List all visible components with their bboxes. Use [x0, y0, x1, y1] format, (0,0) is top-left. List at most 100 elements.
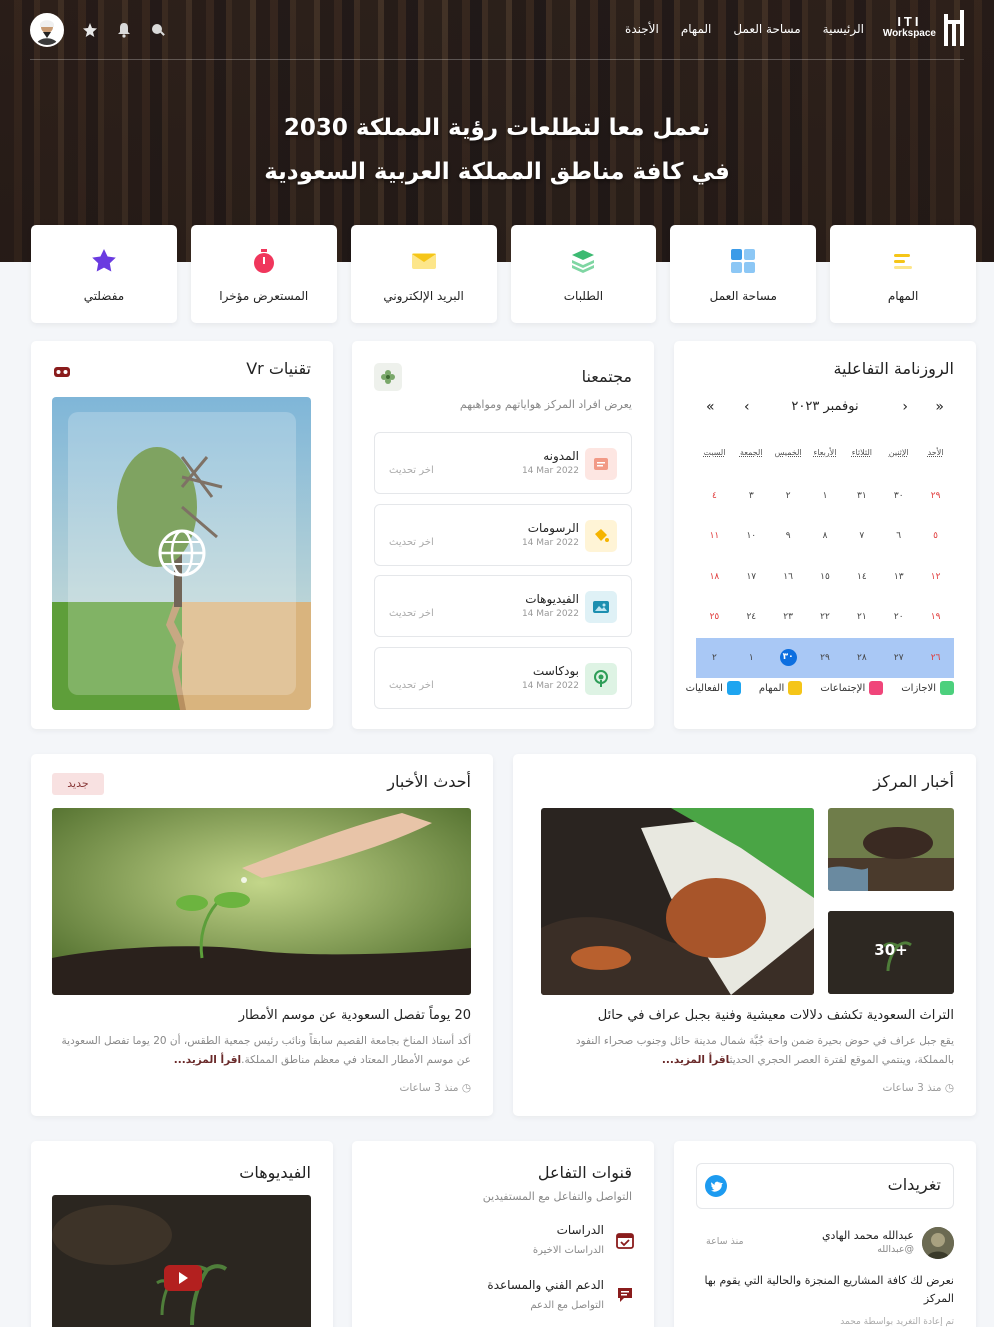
tweet-author-name[interactable]: عبدالله محمد الهادي — [822, 1229, 914, 1242]
quick-link-requests[interactable]: الطلبات — [510, 225, 657, 323]
play-icon[interactable] — [164, 1265, 202, 1291]
workspace-grid-icon — [670, 247, 816, 275]
calendar-day[interactable]: ٧ — [843, 531, 880, 541]
user-avatar[interactable] — [30, 13, 64, 47]
calendar-day[interactable]: ٣١ — [843, 491, 880, 501]
community-item-name: الفيديوهات — [525, 592, 579, 606]
paint-bucket-icon — [585, 520, 617, 552]
weekday: الأربعاء — [813, 448, 837, 458]
vr-image[interactable] — [52, 397, 311, 710]
channel-item-sub: الدراسات الاخيرة — [532, 1245, 604, 1256]
channel-item-name[interactable]: الدعم الفني والمساعدة — [487, 1278, 604, 1292]
calendar-day[interactable]: ٣٠ — [880, 491, 917, 501]
tweet-text: نعرض لك كافة المشاريع المنجزة والحالية ا… — [704, 1274, 955, 1305]
calendar-day[interactable]: ٢٠ — [880, 612, 917, 622]
tweet-time: منذ ساعة — [706, 1236, 744, 1247]
legend-label: الفعاليات — [685, 683, 723, 694]
community-item-videos[interactable]: الفيديوهات 14 Mar 2022 اخر تحديث — [374, 575, 632, 637]
calendar-day[interactable]: ٢٩ — [917, 491, 954, 501]
quick-link-tasks[interactable]: المهام — [830, 225, 976, 323]
nav-workspace[interactable]: مساحة العمل — [733, 22, 800, 36]
star-rocket-icon[interactable] — [82, 22, 98, 38]
vr-goggles-icon[interactable] — [53, 363, 71, 382]
calendar-day[interactable]: ١٥ — [807, 572, 844, 582]
calendar-day[interactable]: ١٧ — [733, 572, 770, 582]
tweets-header: تغريدات — [696, 1163, 954, 1209]
center-news-headline[interactable]: التراث السعودية تكشف دلالات معيشية وفنية… — [598, 1008, 954, 1023]
calendar-day[interactable]: ١ — [733, 653, 770, 663]
calendar-day[interactable]: ٢١ — [843, 612, 880, 622]
vr-card: تقنيات Vr — [31, 341, 333, 729]
seedling-image[interactable] — [52, 808, 471, 995]
calendar-day-today[interactable]: ٣٠ — [770, 649, 807, 667]
flower-icon — [374, 363, 402, 391]
calendar-card: الروزنامة التفاعلية « ‹ نوفمبر ٢٠٢٣ › » … — [674, 341, 976, 729]
bell-icon[interactable] — [116, 22, 132, 38]
calendar-day[interactable]: ٢ — [770, 491, 807, 501]
calendar-day[interactable]: ٣ — [733, 491, 770, 501]
calendar-day[interactable]: ١٨ — [696, 572, 733, 582]
tweet-author-avatar[interactable] — [922, 1227, 954, 1259]
next-year-button[interactable]: » — [706, 399, 715, 415]
read-more-link[interactable]: اقرأ المزيد... — [662, 1054, 730, 1066]
next-month-button[interactable]: › — [744, 399, 750, 415]
community-item-blog[interactable]: المدونه 14 Mar 2022 اخر تحديث — [374, 432, 632, 494]
calendar-week: ٢٩ ٣٠ ٣١ ١ ٢ ٣ ٤ — [696, 476, 954, 517]
nav-agenda[interactable]: الأجندة — [625, 22, 659, 36]
video-thumbnail[interactable] — [52, 1195, 311, 1327]
community-item-drawings[interactable]: الرسومات 14 Mar 2022 اخر تحديث — [374, 504, 632, 566]
calendar-day[interactable]: ٢٤ — [733, 612, 770, 622]
search-icon[interactable] — [150, 22, 166, 38]
community-item-podcast[interactable]: بودكاست 14 Mar 2022 اخر تحديث — [374, 647, 632, 709]
more-images-tile[interactable]: +30 — [828, 911, 954, 994]
calendar-day[interactable]: ٢٦ — [917, 653, 954, 663]
calendar-day[interactable]: ٢٥ — [696, 612, 733, 622]
calendar-day[interactable]: ٦ — [880, 531, 917, 541]
calendar-day[interactable]: ٢٩ — [807, 653, 844, 663]
calendar-day[interactable]: ٥ — [917, 531, 954, 541]
quick-link-email[interactable]: البريد الإلكتروني — [350, 225, 497, 323]
calendar-day[interactable]: ١ — [807, 491, 844, 501]
layers-icon — [511, 247, 657, 275]
read-more-link[interactable]: اقرأ المزيد... — [174, 1054, 241, 1066]
community-item-name: بودكاست — [532, 664, 579, 678]
legend-item: الاجازات — [901, 681, 954, 695]
calendar-day[interactable]: ٩ — [770, 531, 807, 541]
logo[interactable]: ITI Workspace — [883, 10, 964, 46]
calendar-day[interactable]: ١١ — [696, 531, 733, 541]
calendar-day[interactable]: ٢٨ — [843, 653, 880, 663]
quick-link-recent[interactable]: المستعرض مؤخرا — [190, 225, 337, 323]
channels-subtitle: التواصل والتفاعل مع المستفيدين — [482, 1190, 632, 1203]
community-subtitle: يعرض افراد المركز هواياتهم ومواهبهم — [459, 398, 632, 411]
calendar-day[interactable]: ١٤ — [843, 572, 880, 582]
logo-subtext: Workspace — [882, 28, 936, 39]
calendar-day[interactable]: ٤ — [696, 491, 733, 501]
twitter-icon[interactable] — [705, 1175, 727, 1201]
calendar-day[interactable]: ١٦ — [770, 572, 807, 582]
calendar-day[interactable]: ١٩ — [917, 612, 954, 622]
soil-hand-image[interactable] — [828, 808, 954, 891]
calendar-day[interactable]: ٨ — [807, 531, 844, 541]
calendar-day[interactable]: ٢٧ — [880, 653, 917, 663]
quick-link-label: المستعرض مؤخرا — [219, 289, 309, 303]
vr-title: تقنيات Vr — [246, 359, 311, 378]
calendar-day[interactable]: ١٣ — [880, 572, 917, 582]
community-item-date: 14 Mar 2022 — [521, 681, 579, 691]
seeds-main-image[interactable] — [541, 808, 814, 995]
calendar-day[interactable]: ١٢ — [917, 572, 954, 582]
center-news-card: أخبار المركز +30 التراث السعودية تكشف دل… — [513, 754, 976, 1116]
latest-news-headline[interactable]: 20 يوماً تفصل السعودية عن موسم الأمطار — [239, 1008, 471, 1023]
community-item-date: 14 Mar 2022 — [521, 538, 579, 548]
quick-link-workspace[interactable]: مساحة العمل — [670, 225, 817, 323]
calendar-day[interactable]: ٢ — [696, 653, 733, 663]
calendar-day[interactable]: ٢٢ — [807, 612, 844, 622]
calendar-day[interactable]: ٢٣ — [770, 612, 807, 622]
community-item-date: 14 Mar 2022 — [521, 466, 579, 476]
channel-item-name[interactable]: الدراسات — [557, 1223, 604, 1237]
quick-link-favorites[interactable]: مفضلتي — [31, 225, 177, 323]
nav-home[interactable]: الرئيسية — [823, 22, 864, 36]
community-item-update: اخر تحديث — [389, 537, 434, 548]
center-news-title: أخبار المركز — [873, 772, 954, 791]
calendar-day[interactable]: ١٠ — [733, 531, 770, 541]
nav-tasks[interactable]: المهام — [681, 22, 712, 36]
